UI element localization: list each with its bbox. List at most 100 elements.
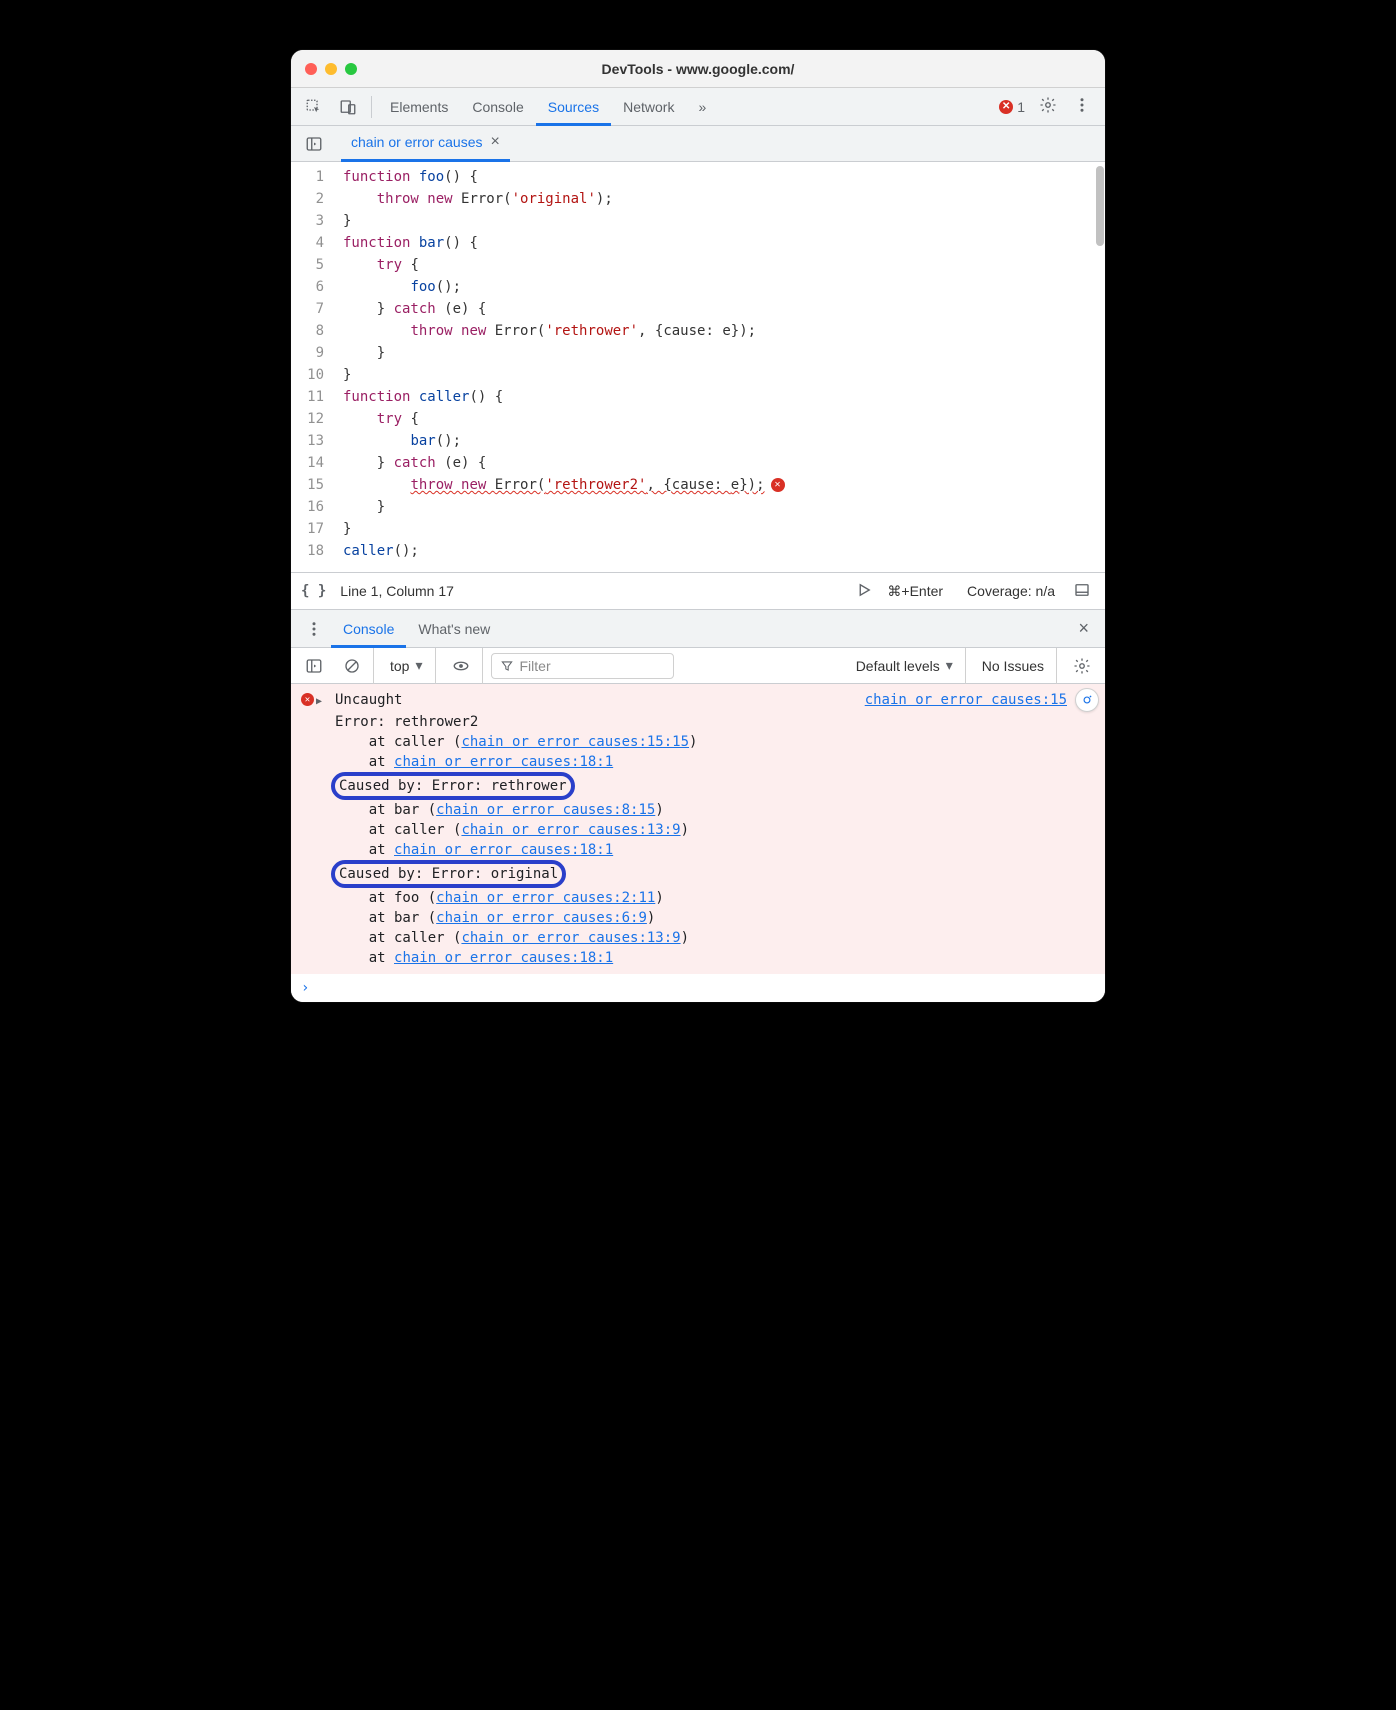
stack-link[interactable]: chain or error causes:2:11 [436, 890, 655, 906]
expand-icon[interactable]: ▶ [316, 692, 322, 712]
code-line[interactable]: 4function bar() { [291, 232, 1105, 254]
tab-network[interactable]: Network [611, 88, 686, 126]
run-icon[interactable] [855, 581, 873, 602]
caused-by-highlight: Caused by: Error: rethrower [331, 772, 575, 800]
stack-link[interactable]: chain or error causes:15:15 [461, 734, 689, 750]
error-badge[interactable]: ✕ 1 [993, 99, 1031, 115]
code-content: throw new Error('rethrower', {cause: e})… [339, 320, 756, 342]
code-line[interactable]: 2 throw new Error('original'); [291, 188, 1105, 210]
close-button[interactable] [305, 63, 317, 75]
line-number: 12 [291, 408, 339, 430]
window-title: DevTools - www.google.com/ [305, 61, 1091, 77]
console-settings-icon[interactable] [1065, 648, 1099, 684]
stack-link[interactable]: chain or error causes:18:1 [394, 754, 613, 770]
stack-link[interactable]: chain or error causes:18:1 [394, 842, 613, 858]
inline-error-icon[interactable]: ✕ [771, 478, 785, 492]
settings-icon[interactable] [1031, 96, 1065, 117]
line-number: 4 [291, 232, 339, 254]
code-content: } [339, 496, 385, 518]
code-line[interactable]: 13 bar(); [291, 430, 1105, 452]
minimize-button[interactable] [325, 63, 337, 75]
console-line: at caller (chain or error causes:13:9) [301, 928, 1095, 948]
toggle-drawer-icon[interactable] [1069, 581, 1095, 602]
scrollbar[interactable] [1096, 166, 1104, 246]
context-selector[interactable]: top ▾ [382, 648, 436, 684]
live-expression-icon[interactable] [444, 648, 483, 684]
close-tab-icon[interactable]: × [491, 133, 500, 151]
device-icon[interactable] [331, 88, 365, 126]
console-toolbar: top ▾ Filter Default levels ▾ No Issues [291, 648, 1105, 684]
filter-input[interactable]: Filter [491, 653, 675, 679]
code-content: function bar() { [339, 232, 478, 254]
code-line[interactable]: 18caller(); [291, 540, 1105, 562]
line-number: 8 [291, 320, 339, 342]
file-tab-active[interactable]: chain or error causes × [341, 126, 510, 162]
code-line[interactable]: 5 try { [291, 254, 1105, 276]
line-number: 6 [291, 276, 339, 298]
drawer-tab-console[interactable]: Console [331, 610, 406, 648]
pretty-print-icon[interactable]: { } [301, 583, 326, 599]
main-toolbar: Elements Console Sources Network » ✕ 1 [291, 88, 1105, 126]
caused-by-highlight: Caused by: Error: original [331, 860, 566, 888]
message-source-link[interactable]: chain or error causes:15 [865, 690, 1067, 710]
code-line[interactable]: 10} [291, 364, 1105, 386]
stack-link[interactable]: chain or error causes:13:9 [461, 930, 680, 946]
console-line: Caused by: Error: original [301, 860, 1095, 888]
maximize-button[interactable] [345, 63, 357, 75]
file-tabs: chain or error causes × [291, 126, 1105, 162]
clear-console-icon[interactable] [335, 648, 374, 684]
code-line[interactable]: 1function foo() { [291, 166, 1105, 188]
tab-sources[interactable]: Sources [536, 88, 611, 126]
tab-overflow[interactable]: » [686, 88, 718, 126]
titlebar: DevTools - www.google.com/ [291, 50, 1105, 88]
stack-link[interactable]: chain or error causes:8:15 [436, 802, 655, 818]
code-line[interactable]: 7 } catch (e) { [291, 298, 1105, 320]
line-number: 18 [291, 540, 339, 562]
stack-link[interactable]: chain or error causes:6:9 [436, 910, 647, 926]
console-prompt[interactable]: › [291, 974, 1105, 1002]
code-content: try { [339, 408, 419, 430]
code-line[interactable]: 3} [291, 210, 1105, 232]
close-drawer-icon[interactable]: × [1068, 618, 1099, 639]
drawer-tabs: Console What's new × [291, 610, 1105, 648]
code-line[interactable]: 11function caller() { [291, 386, 1105, 408]
drawer-kebab-icon[interactable] [297, 611, 331, 647]
log-levels[interactable]: Default levels ▾ [848, 648, 966, 684]
run-hint: ⌘+Enter [887, 583, 943, 600]
kebab-icon[interactable] [1065, 96, 1099, 117]
issues-button[interactable]: No Issues [974, 648, 1057, 684]
code-line[interactable]: 12 try { [291, 408, 1105, 430]
code-line[interactable]: 17} [291, 518, 1105, 540]
code-content: function caller() { [339, 386, 503, 408]
show-navigator-icon[interactable] [297, 126, 331, 162]
code-content: } catch (e) { [339, 452, 486, 474]
code-editor[interactable]: 1function foo() {2 throw new Error('orig… [291, 162, 1105, 572]
console-sidebar-icon[interactable] [297, 648, 331, 684]
console-output[interactable]: chain or error causes:15 ✕▶UncaughtError… [291, 684, 1105, 974]
code-content: } [339, 518, 351, 540]
line-number: 17 [291, 518, 339, 540]
code-line[interactable]: 6 foo(); [291, 276, 1105, 298]
console-line: at chain or error causes:18:1 [301, 948, 1095, 968]
stack-link[interactable]: chain or error causes:18:1 [394, 950, 613, 966]
code-line[interactable]: 9 } [291, 342, 1105, 364]
editor-statusbar: { } Line 1, Column 17 ⌘+Enter Coverage: … [291, 572, 1105, 610]
ai-assist-icon[interactable] [1075, 688, 1099, 712]
line-number: 11 [291, 386, 339, 408]
code-line[interactable]: 15 throw new Error('rethrower2', {cause:… [291, 474, 1105, 496]
tab-console[interactable]: Console [460, 88, 535, 126]
cursor-position: Line 1, Column 17 [340, 583, 454, 599]
console-line: Caused by: Error: rethrower [301, 772, 1095, 800]
code-line[interactable]: 8 throw new Error('rethrower', {cause: e… [291, 320, 1105, 342]
code-content: caller(); [339, 540, 419, 562]
tab-elements[interactable]: Elements [378, 88, 460, 126]
line-number: 3 [291, 210, 339, 232]
drawer-tab-whatsnew[interactable]: What's new [406, 610, 502, 648]
inspect-icon[interactable] [297, 88, 331, 126]
code-line[interactable]: 16 } [291, 496, 1105, 518]
code-line[interactable]: 14 } catch (e) { [291, 452, 1105, 474]
code-content: foo(); [339, 276, 461, 298]
code-content: throw new Error('original'); [339, 188, 613, 210]
stack-link[interactable]: chain or error causes:13:9 [461, 822, 680, 838]
console-line: at caller (chain or error causes:15:15) [301, 732, 1095, 752]
